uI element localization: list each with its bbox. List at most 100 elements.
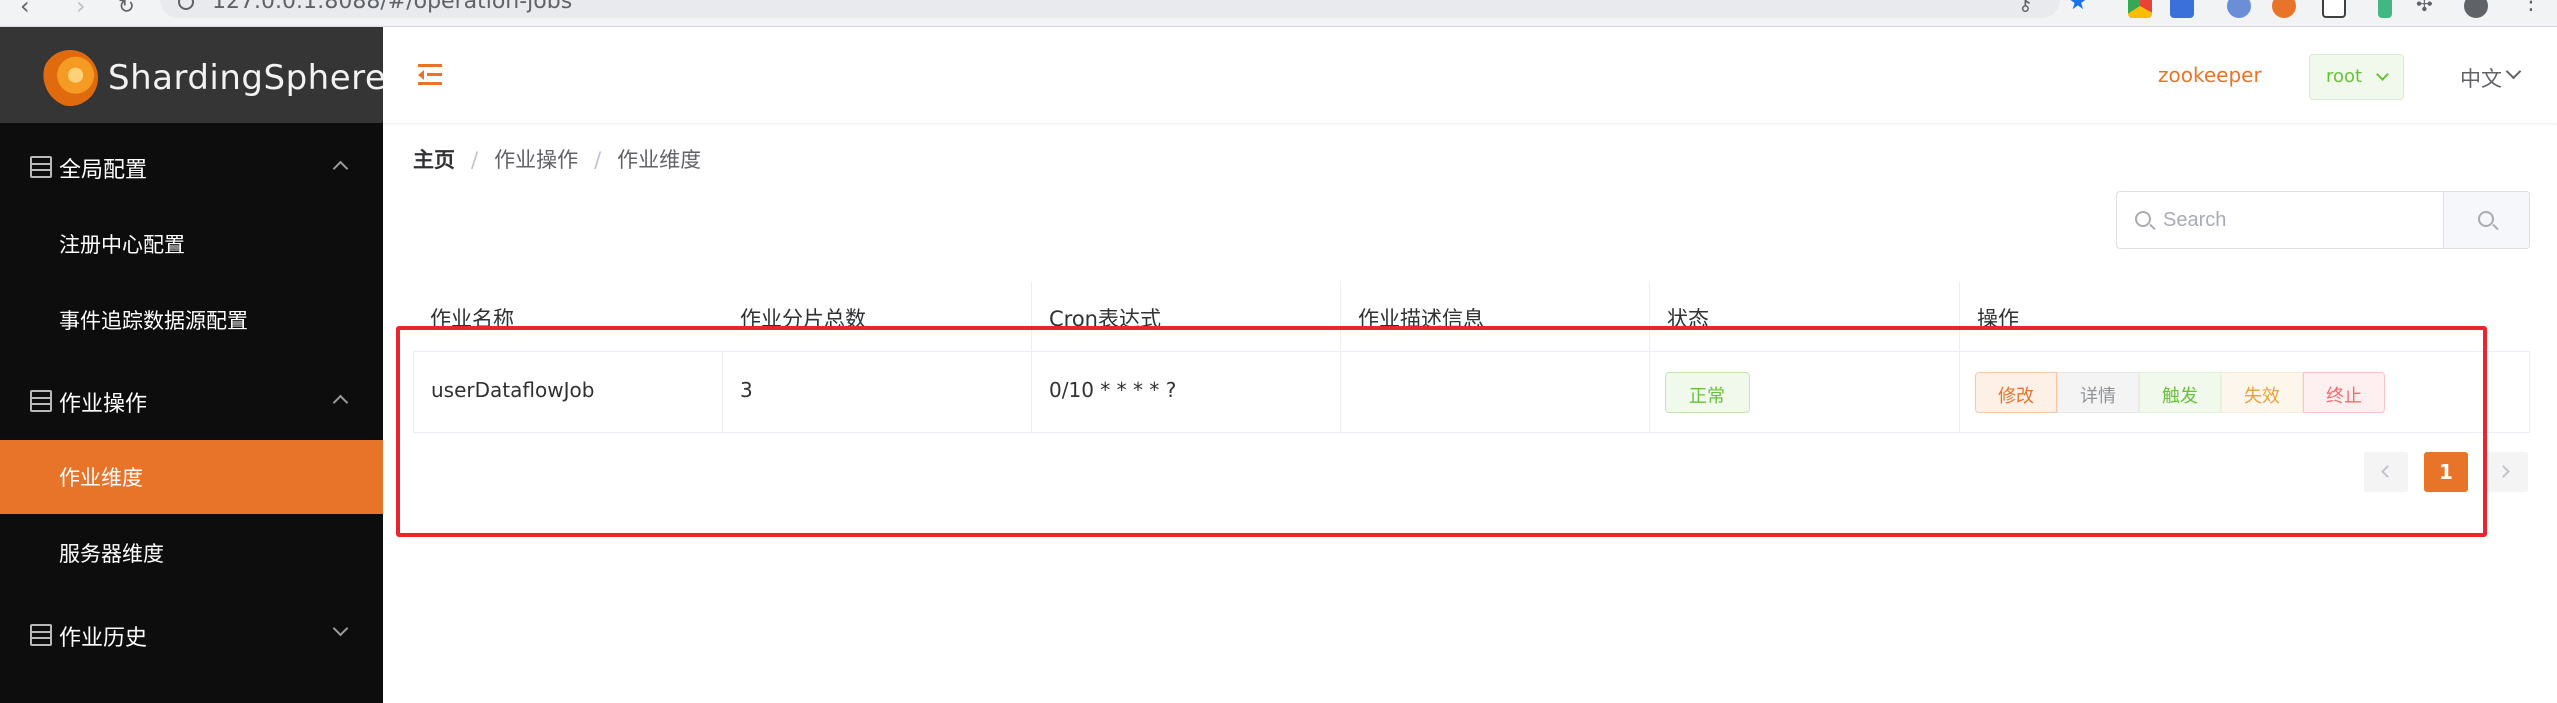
sidebar: ShardingSphere 全局配置 注册中心配置 事件追踪数据源配置 作业操… [0, 27, 387, 703]
cell-sharding-total: 3 [723, 352, 1032, 432]
top-header: zookeeper root 中文 [383, 27, 2557, 123]
chevron-up-icon [332, 160, 349, 177]
column-header: 作业分片总数 [723, 282, 1032, 351]
column-header: 状态 [1650, 282, 1960, 351]
job-name: userDataflowJob [431, 378, 595, 402]
bookmark-star-icon[interactable]: ★ [2068, 0, 2088, 15]
column-header-label: 状态 [1667, 307, 1709, 331]
column-header-label: Cron表达式 [1049, 307, 1161, 331]
extension-doc-icon[interactable] [2322, 0, 2346, 18]
column-header: 操作 [1960, 282, 2530, 351]
key-icon[interactable]: ⚷ [2018, 0, 2033, 15]
menu-group-job-operation[interactable]: 作业操作 [0, 367, 383, 435]
browser-menu-icon[interactable]: ⋮ [2520, 0, 2542, 15]
column-header: Cron表达式 [1032, 282, 1341, 351]
pagination-prev-button[interactable] [2364, 452, 2408, 492]
breadcrumb: 主页 / 作业操作 / 作业维度 [413, 144, 701, 174]
reload-icon[interactable]: ↻ [118, 0, 135, 18]
extensions-puzzle-icon[interactable]: ✣ [2416, 0, 2433, 16]
breadcrumb-job-dimension: 作业维度 [617, 148, 702, 172]
back-icon[interactable]: ‹ [20, 0, 30, 20]
user-name: root [2326, 66, 2363, 87]
table-header: 作业名称 作业分片总数 Cron表达式 作业描述信息 状态 操作 [413, 282, 2530, 352]
breadcrumb-separator: / [471, 148, 479, 172]
extension-blue-icon[interactable] [2227, 0, 2251, 18]
list-icon [30, 390, 52, 412]
sidebar-item-job-dimension[interactable]: 作业维度 [0, 440, 383, 514]
sidebar-item-label: 注册中心配置 [59, 233, 185, 257]
chevron-down-icon [332, 620, 349, 637]
breadcrumb-job-operation: 作业操作 [494, 148, 579, 172]
extension-vue-icon[interactable] [2378, 0, 2392, 18]
pagination-next-button[interactable] [2484, 452, 2528, 492]
registry-center-label[interactable]: zookeeper [2158, 63, 2262, 87]
sidebar-collapse-icon[interactable] [418, 64, 442, 86]
menu-group-label: 全局配置 [59, 158, 148, 183]
button-label: 终止 [2326, 386, 2362, 407]
cell-job-name: userDataflowJob [414, 352, 723, 432]
shardingsphere-logo-icon [42, 50, 98, 106]
extension-translate-icon[interactable] [2170, 0, 2194, 18]
edit-button[interactable]: 修改 [1975, 372, 2057, 413]
menu-group-job-history[interactable]: 作业历史 [0, 601, 383, 669]
column-header-label: 作业描述信息 [1358, 307, 1484, 331]
cron-expression: 0/10 * * * * ? [1049, 378, 1177, 402]
search-button[interactable] [2443, 192, 2529, 248]
button-label: 修改 [1998, 386, 2034, 407]
table-row: userDataflowJob 3 0/10 * * * * ? 正常 修改 详… [413, 352, 2530, 433]
jobs-table: 作业名称 作业分片总数 Cron表达式 作业描述信息 状态 操作 userDat… [413, 282, 2530, 433]
chevron-up-icon [332, 394, 349, 411]
sharding-total: 3 [740, 378, 753, 402]
disable-button[interactable]: 失效 [2221, 372, 2303, 413]
extension-chrome-icon[interactable] [2128, 0, 2152, 18]
address-url[interactable]: 127.0.0.1:8088/#/operation-jobs [212, 0, 572, 14]
column-header-label: 操作 [1977, 307, 2019, 331]
action-button-group: 修改 详情 触发 失效 终止 [1975, 372, 2385, 413]
sidebar-item-label: 事件追踪数据源配置 [59, 309, 248, 333]
chevron-down-icon [2376, 68, 2389, 81]
status-badge: 正常 [1665, 372, 1750, 413]
status-text: 正常 [1689, 386, 1725, 407]
chevron-left-icon [2381, 465, 2394, 478]
sidebar-item-server-dimension[interactable]: 服务器维度 [0, 516, 383, 590]
language-dropdown[interactable]: 中文 [2460, 63, 2502, 93]
detail-button[interactable]: 详情 [2057, 372, 2139, 413]
user-dropdown[interactable]: root [2309, 54, 2404, 100]
logo-area: ShardingSphere [0, 27, 387, 123]
sidebar-item-label: 服务器维度 [59, 542, 164, 566]
profile-avatar-icon[interactable] [2464, 0, 2488, 18]
pagination-page[interactable]: 1 [2424, 452, 2468, 492]
sidebar-item-label: 作业维度 [59, 466, 143, 490]
chevron-down-icon [2505, 63, 2522, 80]
list-icon [30, 156, 52, 178]
column-header-label: 作业分片总数 [740, 307, 866, 331]
extension-orange-icon[interactable] [2272, 0, 2296, 18]
trigger-button[interactable]: 触发 [2139, 372, 2221, 413]
column-header: 作业名称 [413, 282, 723, 351]
breadcrumb-home[interactable]: 主页 [413, 148, 455, 172]
breadcrumb-separator: / [594, 148, 602, 172]
search-input[interactable] [2163, 204, 2433, 236]
button-label: 详情 [2080, 386, 2116, 407]
cell-cron: 0/10 * * * * ? [1032, 352, 1341, 432]
menu-group-label: 作业历史 [59, 626, 148, 651]
button-label: 触发 [2162, 386, 2198, 407]
search-icon [2478, 211, 2494, 227]
list-icon [30, 624, 52, 646]
cell-actions: 修改 详情 触发 失效 终止 [1960, 352, 2529, 432]
cell-status: 正常 [1650, 352, 1960, 432]
column-header: 作业描述信息 [1341, 282, 1650, 351]
browser-toolbar: ‹ › ↻ 127.0.0.1:8088/#/operation-jobs ⚷ … [0, 0, 2557, 27]
shutdown-button[interactable]: 终止 [2303, 372, 2385, 413]
search-box [2116, 191, 2530, 249]
cell-description [1341, 352, 1650, 432]
chevron-right-icon [2497, 465, 2510, 478]
menu-group-global-config[interactable]: 全局配置 [0, 133, 383, 201]
menu-group-label: 作业操作 [59, 392, 148, 417]
search-prefix-icon [2135, 211, 2151, 227]
column-header-label: 作业名称 [430, 307, 514, 331]
brand-name: ShardingSphere [108, 58, 387, 98]
sidebar-item-registry-config[interactable]: 注册中心配置 [0, 207, 383, 281]
forward-icon[interactable]: › [76, 0, 86, 20]
sidebar-item-event-trace-datasource[interactable]: 事件追踪数据源配置 [0, 283, 383, 357]
